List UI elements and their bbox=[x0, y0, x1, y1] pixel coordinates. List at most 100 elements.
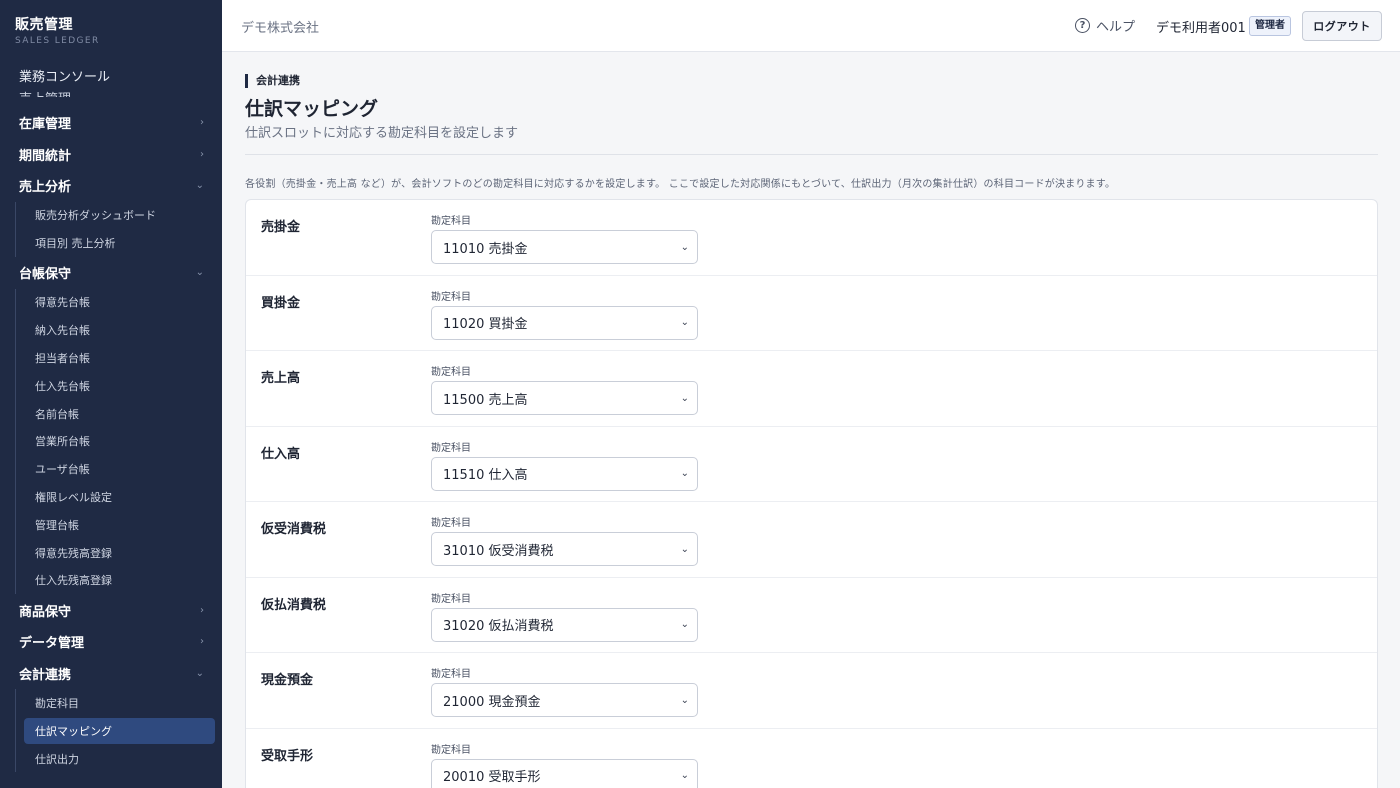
account-field-label: 勘定科目 bbox=[431, 518, 471, 529]
mapping-row: 現金預金 勘定科目 21000 現金預金 ⌄ bbox=[246, 653, 1377, 729]
logout-button[interactable]: ログアウト bbox=[1302, 11, 1382, 41]
account-select-value: 11500 売上高 bbox=[443, 392, 528, 408]
sidebar-item-customer-ledger[interactable]: 得意先台帳 bbox=[16, 289, 222, 317]
sidebar-group-label: データ管理 bbox=[19, 636, 85, 652]
sidebar-group-label: 在庫管理 bbox=[19, 117, 72, 133]
sidebar-item-clipped[interactable]: 売上管理 bbox=[19, 83, 79, 97]
brand-subtitle: SALES LEDGER bbox=[15, 36, 100, 46]
account-select[interactable]: 31010 仮受消費税 ⌄ bbox=[431, 532, 698, 566]
mapping-role-label: 仮受消費税 bbox=[261, 522, 327, 537]
chevron-right-icon: › bbox=[200, 148, 204, 160]
sidebar-item-admin-ledger[interactable]: 管理台帳 bbox=[16, 511, 222, 539]
account-select-value: 11010 売掛金 bbox=[443, 241, 528, 257]
account-field-label: 勘定科目 bbox=[431, 593, 471, 605]
chevron-down-icon: ⌄ bbox=[195, 267, 204, 279]
sidebar-item-journal-export[interactable]: 仕訳出力 bbox=[16, 745, 222, 773]
sidebar-group-data[interactable]: データ管理 › bbox=[0, 626, 222, 658]
account-select-value: 11510 仕入高 bbox=[443, 468, 528, 483]
mapping-role-label: 受取手形 bbox=[261, 748, 314, 764]
account-field-label: 勘定科目 bbox=[431, 291, 471, 303]
company-name: デモ株式会社 bbox=[241, 21, 320, 36]
sidebar-group-product[interactable]: 商品保守 › bbox=[0, 594, 222, 626]
account-select-value: 21000 現金預金 bbox=[443, 694, 541, 710]
sidebar-item-sales-dashboard[interactable]: 販売分析ダッシュボード bbox=[16, 202, 222, 230]
mapping-row: 仕入高 勘定科目 11510 仕入高 ⌄ bbox=[246, 427, 1377, 502]
sidebar-item-permission-level[interactable]: 権限レベル設定 bbox=[16, 483, 222, 511]
sidebar-item-sales-by-item[interactable]: 項目別 売上分析 bbox=[16, 229, 222, 257]
mapping-role-label: 仕入高 bbox=[261, 446, 301, 462]
sidebar-subgroup: 得意先台帳 納入先台帳 担当者台帳 仕入先台帳 名前台帳 営業所台帳 ユーザ台帳… bbox=[15, 288, 222, 595]
sidebar-group-ledger[interactable]: 台帳保守 ⌄ bbox=[0, 257, 222, 289]
chevron-down-icon: ⌄ bbox=[195, 180, 204, 192]
sidebar-group-accounting[interactable]: 会計連携 ⌄ bbox=[0, 657, 222, 689]
chevron-right-icon: › bbox=[200, 636, 204, 648]
help-link[interactable]: ? ヘルプ bbox=[1075, 16, 1135, 35]
user-name: デモ利用者001 bbox=[1156, 21, 1246, 36]
mapping-row: 仮払消費税 勘定科目 31020 仮払消費税 ⌄ bbox=[246, 578, 1377, 653]
sidebar-item-office-ledger[interactable]: 営業所台帳 bbox=[16, 428, 222, 456]
account-field-label: 勘定科目 bbox=[431, 216, 471, 227]
divider bbox=[245, 154, 1378, 155]
sidebar-item-user-ledger[interactable]: ユーザ台帳 bbox=[16, 455, 222, 483]
sidebar-item-supplier-balance[interactable]: 仕入先残高登録 bbox=[16, 567, 222, 595]
chevron-down-icon: ⌄ bbox=[680, 770, 689, 781]
account-select-value: 20010 受取手形 bbox=[443, 770, 541, 785]
mapping-card: 売掛金 勘定科目 11010 売掛金 ⌄ 買掛金 勘定科目 11020 買掛金 … bbox=[245, 199, 1378, 788]
mapping-role-label: 仮払消費税 bbox=[261, 597, 327, 613]
account-select[interactable]: 11010 売掛金 ⌄ bbox=[431, 230, 698, 264]
mapping-row: 売上高 勘定科目 11500 売上高 ⌄ bbox=[246, 351, 1377, 427]
sidebar-menu: 在庫管理 › 期間統計 › 売上分析 ⌄ 販売分析ダッシュボード 項目別 売上分… bbox=[0, 107, 222, 773]
account-select-value: 11020 買掛金 bbox=[443, 317, 528, 332]
account-select-value: 31010 仮受消費税 bbox=[443, 543, 554, 559]
sidebar-subgroup: 勘定科目 仕訳マッピング 仕訳出力 bbox=[15, 688, 222, 773]
brand-title: 販売管理 bbox=[15, 17, 73, 33]
chevron-down-icon: ⌄ bbox=[680, 317, 689, 328]
account-select[interactable]: 31020 仮払消費税 ⌄ bbox=[431, 607, 698, 642]
chevron-down-icon: ⌄ bbox=[680, 468, 689, 479]
account-select[interactable]: 21000 現金預金 ⌄ bbox=[431, 683, 698, 717]
sidebar-item-supplier-ledger[interactable]: 仕入先台帳 bbox=[16, 372, 222, 400]
account-select[interactable]: 20010 受取手形 ⌄ bbox=[431, 758, 698, 788]
help-label: ヘルプ bbox=[1096, 20, 1136, 35]
chevron-down-icon: ⌄ bbox=[680, 241, 689, 253]
sidebar-group-period-stats[interactable]: 期間統計 › bbox=[0, 139, 222, 171]
sidebar-group-label: 期間統計 bbox=[19, 148, 72, 164]
account-select[interactable]: 11500 売上高 ⌄ bbox=[431, 381, 698, 415]
chevron-down-icon: ⌄ bbox=[680, 392, 689, 404]
mapping-role-label: 売掛金 bbox=[261, 220, 301, 235]
top-header: デモ株式会社 ? ヘルプ デモ利用者001 管理者 ログアウト bbox=[222, 0, 1400, 52]
page-subtitle: 仕訳スロットに対応する勘定科目を設定します bbox=[245, 126, 519, 141]
chevron-down-icon: ⌄ bbox=[680, 694, 689, 706]
chevron-down-icon: ⌄ bbox=[195, 667, 204, 679]
sidebar-group-label: 売上分析 bbox=[19, 180, 72, 196]
breadcrumb: 会計連携 bbox=[245, 74, 300, 88]
mapping-row: 受取手形 勘定科目 20010 受取手形 ⌄ bbox=[246, 729, 1377, 788]
role-badge: 管理者 bbox=[1249, 16, 1291, 36]
sidebar-group-inventory[interactable]: 在庫管理 › bbox=[0, 107, 222, 139]
brand[interactable]: 販売管理 SALES LEDGER bbox=[15, 14, 100, 46]
sidebar-item-customer-balance[interactable]: 得意先残高登録 bbox=[16, 539, 222, 567]
mapping-row: 仮受消費税 勘定科目 31010 仮受消費税 ⌄ bbox=[246, 502, 1377, 578]
sidebar-group-sales-analysis[interactable]: 売上分析 ⌄ bbox=[0, 170, 222, 202]
sidebar-item-name-ledger[interactable]: 名前台帳 bbox=[16, 400, 222, 428]
chevron-right-icon: › bbox=[200, 117, 204, 129]
mapping-row: 買掛金 勘定科目 11020 買掛金 ⌄ bbox=[246, 276, 1377, 351]
sidebar-item-accounts[interactable]: 勘定科目 bbox=[16, 689, 222, 717]
sidebar-item-clipped-label: 売上管理 bbox=[19, 88, 79, 97]
account-field-label: 勘定科目 bbox=[431, 744, 471, 756]
help-icon: ? bbox=[1075, 18, 1090, 33]
account-select[interactable]: 11020 買掛金 ⌄ bbox=[431, 305, 698, 340]
account-select-value: 31020 仮払消費税 bbox=[443, 619, 554, 634]
sidebar-group-label: 商品保守 bbox=[19, 604, 72, 620]
chevron-right-icon: › bbox=[200, 604, 204, 616]
chevron-down-icon: ⌄ bbox=[680, 619, 689, 630]
mapping-row: 売掛金 勘定科目 11010 売掛金 ⌄ bbox=[246, 200, 1377, 276]
sidebar-item-staff-ledger[interactable]: 担当者台帳 bbox=[16, 344, 222, 372]
page-description: 各役割（売掛金・売上高 など）が、会計ソフトのどの勘定科目に対応するかを設定しま… bbox=[245, 179, 1116, 190]
account-field-label: 勘定科目 bbox=[431, 367, 471, 378]
account-field-label: 勘定科目 bbox=[431, 669, 471, 680]
sidebar-item-delivery-ledger[interactable]: 納入先台帳 bbox=[16, 316, 222, 344]
mapping-role-label: 買掛金 bbox=[261, 295, 301, 311]
sidebar-item-journal-mapping[interactable]: 仕訳マッピング bbox=[24, 717, 215, 744]
account-select[interactable]: 11510 仕入高 ⌄ bbox=[431, 456, 698, 491]
